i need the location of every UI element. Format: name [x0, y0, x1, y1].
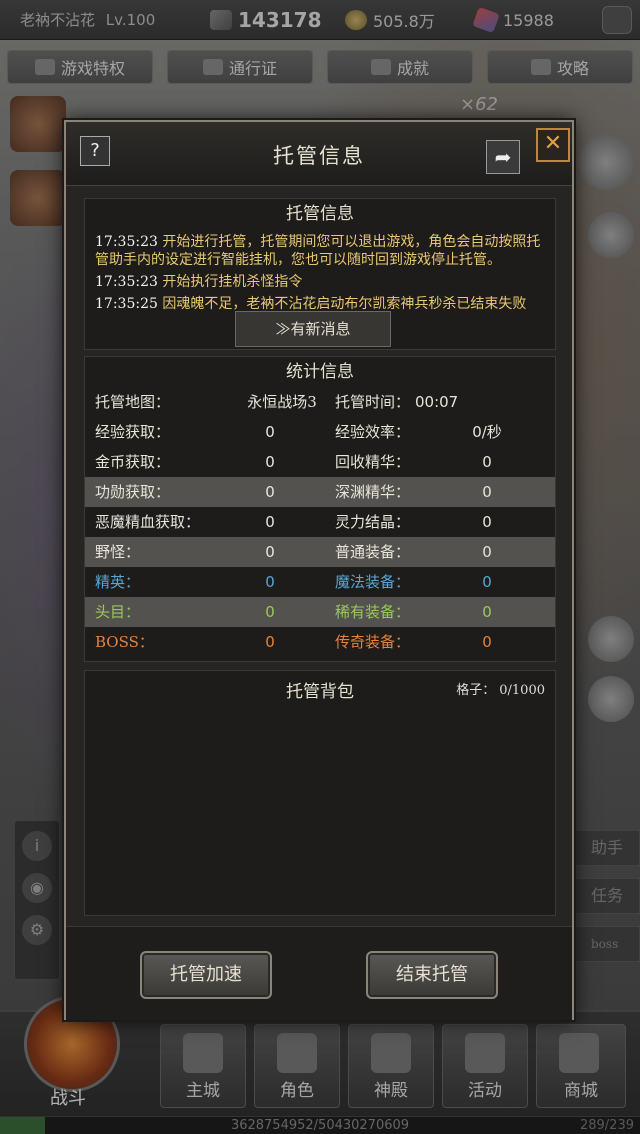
- stat-v2: 0: [482, 483, 492, 501]
- log-list[interactable]: 17:35:23 开始进行托管，托管期间您可以退出游戏，角色会自动按照托管助手内…: [85, 229, 555, 313]
- share-button[interactable]: ➦: [486, 140, 520, 174]
- log-entry: 17:35:23 开始进行托管，托管期间您可以退出游戏，角色会自动按照托管助手内…: [95, 234, 541, 268]
- stat-v2: 0: [482, 603, 492, 621]
- auto-hang-modal: ? 托管信息 ➦ ✕ 托管信息 17:35:23 开始进行托管，托管期间您可以退…: [64, 120, 574, 1020]
- close-button[interactable]: ✕: [536, 128, 570, 162]
- stat-k1: 恶魔精血获取：: [95, 513, 201, 531]
- stat-v1: 0: [265, 543, 275, 561]
- stat-k1: BOSS：: [95, 633, 154, 651]
- stat-v1: 0: [265, 603, 275, 621]
- stat-v1: 0: [265, 573, 275, 591]
- stat-k1: 野怪：: [95, 543, 141, 561]
- stat-row-map: 托管地图： 永恒战场3 托管时间： 00:07: [95, 393, 459, 411]
- stat-rows: 经验获取： 0 经验效率： 0/秒 金币获取： 0 回收精华： 0 功勋获取： 0 深渊精华： 0 恶魔…: [85, 417, 555, 657]
- stat-row: 金币获取： 0 回收精华： 0: [85, 447, 555, 477]
- stat-v2: 0: [482, 573, 492, 591]
- stat-k2: 传奇装备：: [335, 633, 411, 651]
- stat-v2: 0/秒: [472, 423, 502, 441]
- stat-row: 精英： 0 魔法装备： 0: [85, 567, 555, 597]
- bag-panel: 托管背包 格子： 0/1000: [84, 670, 556, 916]
- stat-v1: 0: [265, 513, 275, 531]
- modal-footer: 托管加速 结束托管: [66, 926, 572, 1020]
- stat-k2: 普通装备：: [335, 543, 411, 561]
- stat-row: 功勋获取： 0 深渊精华： 0: [85, 477, 555, 507]
- stat-k2: 经验效率：: [335, 423, 411, 441]
- stat-k2: 灵力结晶：: [335, 513, 411, 531]
- stat-row: 野怪： 0 普通装备： 0: [85, 537, 555, 567]
- stat-row: BOSS： 0 传奇装备： 0: [85, 627, 555, 657]
- stat-k1: 功勋获取：: [95, 483, 171, 501]
- modal-header: ? 托管信息 ➦ ✕: [66, 122, 572, 186]
- stat-v2: 0: [482, 453, 492, 471]
- stat-k2: 稀有装备：: [335, 603, 411, 621]
- stat-k1: 精英：: [95, 573, 141, 591]
- stat-k2: 深渊精华：: [335, 483, 411, 501]
- log-entry: 17:35:23 开始执行挂机杀怪指令: [95, 274, 303, 290]
- new-message-button[interactable]: ≫有新消息: [235, 311, 391, 347]
- bag-capacity: 格子： 0/1000: [456, 683, 545, 698]
- accelerate-button[interactable]: 托管加速: [140, 951, 272, 999]
- stats-panel: 统计信息 托管地图： 永恒战场3 托管时间： 00:07 经验获取： 0 经验效率：…: [84, 356, 556, 662]
- log-title: 托管信息: [286, 204, 354, 224]
- stats-title: 统计信息: [286, 362, 354, 382]
- stat-k1: 金币获取：: [95, 453, 171, 471]
- stat-v1: 0: [265, 423, 275, 441]
- stat-row: 恶魔精血获取： 0 灵力结晶： 0: [85, 507, 555, 537]
- end-hosting-button[interactable]: 结束托管: [366, 951, 498, 999]
- stat-v1: 0: [265, 633, 275, 651]
- stat-k2: 魔法装备：: [335, 573, 411, 591]
- stat-k1: 头目：: [95, 603, 141, 621]
- stat-k2: 回收精华：: [335, 453, 411, 471]
- stat-v2: 0: [482, 543, 492, 561]
- log-panel: 托管信息 17:35:23 开始进行托管，托管期间您可以退出游戏，角色会自动按照…: [84, 198, 556, 350]
- stat-v1: 0: [265, 453, 275, 471]
- stat-v2: 0: [482, 513, 492, 531]
- stat-k1: 经验获取：: [95, 423, 171, 441]
- stat-v2: 0: [482, 633, 492, 651]
- stat-row: 经验获取： 0 经验效率： 0/秒: [85, 417, 555, 447]
- stat-row: 头目： 0 稀有装备： 0: [85, 597, 555, 627]
- stat-v1: 0: [265, 483, 275, 501]
